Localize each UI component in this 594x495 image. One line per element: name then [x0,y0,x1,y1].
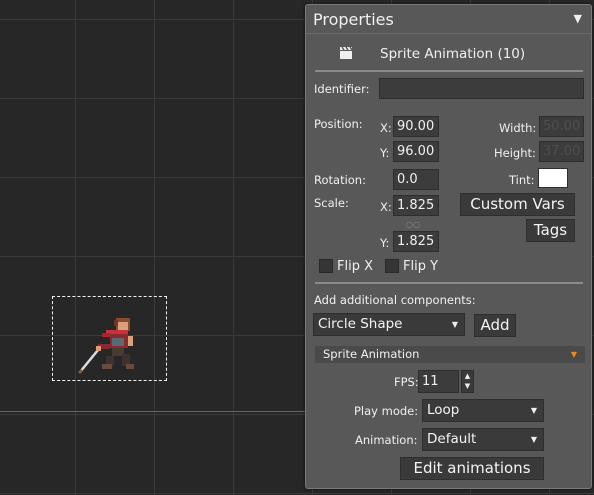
x-axis-line [0,411,310,412]
width-input: 50.00 [539,116,584,137]
scale-y-label: Y: [380,236,390,250]
panel-header[interactable]: Properties ▼ [306,5,591,34]
collapse-caret-icon[interactable]: ▼ [571,346,577,363]
custom-vars-button[interactable]: Custom Vars [460,193,575,216]
sprite-animation-header-label: Sprite Animation [323,347,420,361]
panel-title: Properties [313,10,394,29]
width-label: Width: [499,121,537,135]
position-y-input[interactable]: 96.00 [393,141,439,162]
fps-label: FPS: [394,375,419,389]
tags-button[interactable]: Tags [526,219,575,242]
properties-panel: Properties ▼ Sprite Animation (10) Ident… [305,4,592,489]
animation-select[interactable]: Default ▼ [422,428,544,451]
clapperboard-icon [340,46,353,59]
collapse-icon[interactable]: ▼ [574,12,582,25]
chevron-down-icon: ▼ [451,320,458,329]
sprite-character[interactable] [76,312,142,378]
identifier-input[interactable] [379,78,584,99]
chevron-down-icon: ▼ [530,406,537,415]
stepper-up-icon[interactable]: ▲ [462,371,473,381]
position-label: Position: [314,117,363,131]
flip-x-checkbox[interactable] [319,259,333,273]
component-type-select[interactable]: Circle Shape ▼ [313,313,465,336]
chevron-down-icon: ▼ [530,435,537,444]
identifier-label: Identifier: [314,82,370,96]
animation-label: Animation: [355,433,418,447]
tint-label: Tint: [509,173,535,187]
rotation-input[interactable]: 0.0 [393,169,439,190]
height-label: Height: [494,146,536,160]
scale-x-label: X: [380,200,392,214]
position-x-input[interactable]: 90.00 [393,116,439,137]
scale-y-input[interactable]: 1.825 [393,231,439,252]
component-type-value: Circle Shape [318,316,403,332]
component-title: Sprite Animation (10) [380,46,526,62]
add-component-button[interactable]: Add [474,314,516,337]
edit-animations-button[interactable]: Edit animations [400,457,544,480]
tint-color-swatch[interactable] [538,168,568,188]
flip-y-label: Flip Y [403,259,439,274]
play-mode-select[interactable]: Loop ▼ [422,399,544,422]
animation-value: Default [427,431,477,447]
flip-x-label: Flip X [337,259,373,274]
height-input: 37.00 [539,141,584,162]
divider [315,282,583,284]
link-scale-icon[interactable]: ○○ [406,220,420,229]
scale-x-input[interactable]: 1.825 [393,195,439,216]
sprite-animation-header[interactable]: Sprite Animation ▼ [315,346,585,363]
play-mode-value: Loop [427,402,460,418]
stepper-down-icon[interactable]: ▼ [462,381,473,391]
divider [315,70,583,72]
fps-input[interactable]: 11 [418,370,459,393]
position-y-label: Y: [380,146,390,160]
play-mode-label: Play mode: [354,404,419,418]
fps-spinner[interactable]: ▲ ▼ [461,370,474,393]
scale-label: Scale: [314,196,349,210]
rotation-label: Rotation: [314,173,366,187]
flip-y-checkbox[interactable] [385,259,399,273]
position-x-label: X: [380,121,392,135]
add-components-label: Add additional components: [314,293,476,307]
